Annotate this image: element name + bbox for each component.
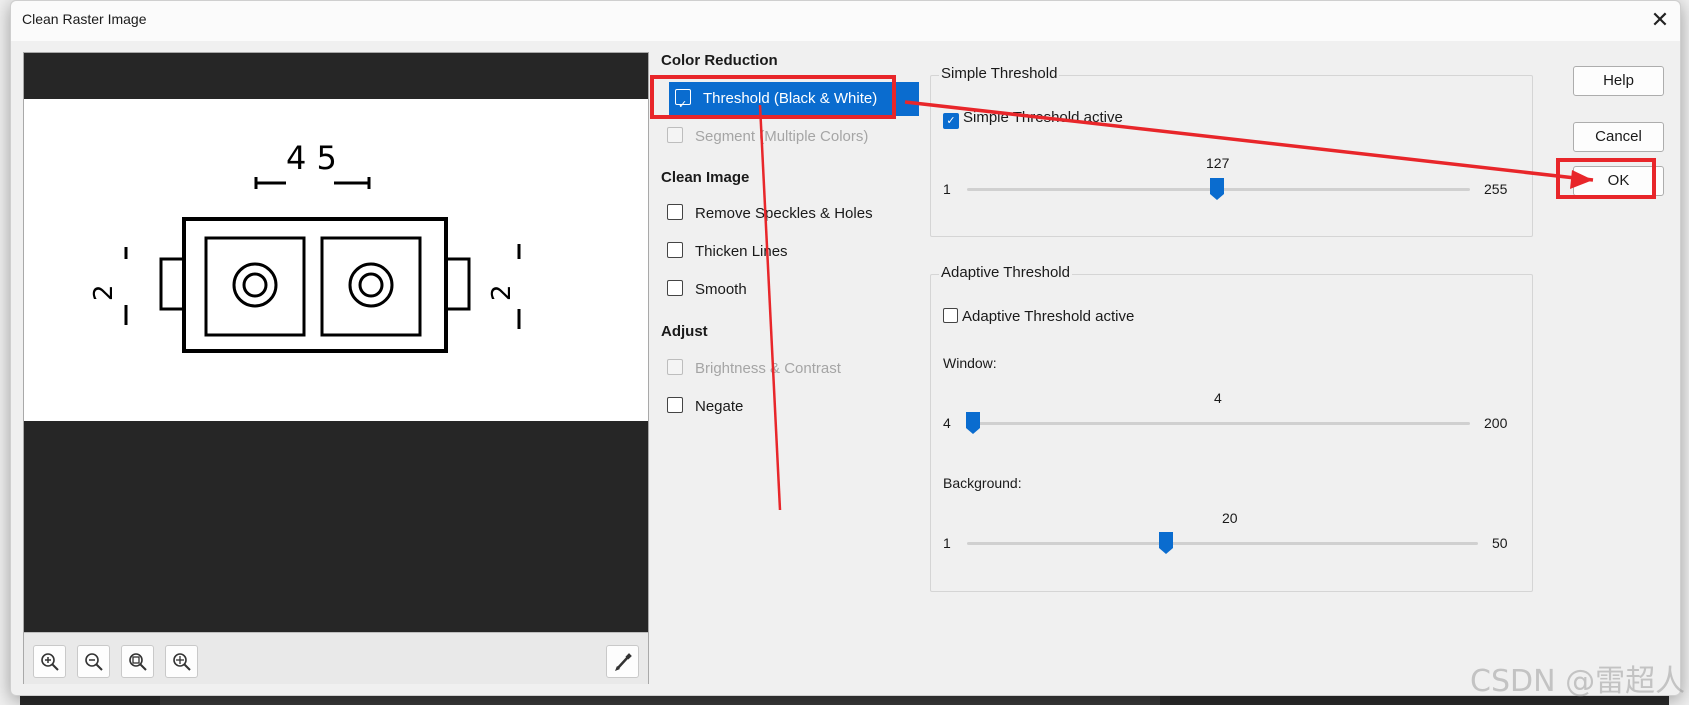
image-preview: 4 5 2 2 (23, 52, 649, 684)
preview-image: 4 5 2 2 (24, 99, 648, 421)
remove-speckles-checkbox[interactable] (667, 204, 683, 220)
thicken-lines-checkbox[interactable] (667, 242, 683, 258)
title-bar: Clean Raster Image ✕ (11, 1, 1680, 41)
threshold-option[interactable]: ✓ Threshold (Black & White) (669, 82, 919, 116)
negate-checkbox[interactable] (667, 397, 683, 413)
cancel-button[interactable]: Cancel (1573, 122, 1664, 152)
zoom-in-icon (41, 653, 59, 671)
dimension-top-label: 4 5 (286, 139, 337, 177)
window-value: 4 (1214, 390, 1222, 406)
clean-image-heading: Clean Image (661, 169, 750, 186)
background-label: Background: (943, 475, 1022, 491)
checkmark-icon: ✓ (678, 99, 688, 111)
adaptive-threshold-active-option[interactable]: Adaptive Threshold active (943, 308, 1134, 325)
segment-option: Segment (Multiple Colors) (667, 125, 868, 149)
window-label: Window: (943, 355, 997, 371)
smooth-label: Smooth (695, 281, 747, 298)
pen-icon (615, 653, 632, 671)
clean-raster-image-dialog: Clean Raster Image ✕ 4 5 2 2 Color Reduc… (10, 0, 1681, 696)
zoom-window-icon (173, 653, 191, 671)
simple-threshold-min: 1 (943, 181, 951, 197)
brightness-contrast-label: Brightness & Contrast (695, 360, 841, 377)
ok-button[interactable]: OK (1573, 166, 1664, 196)
remove-speckles-label: Remove Speckles & Holes (695, 205, 873, 222)
background-slider-track[interactable] (967, 542, 1478, 545)
zoom-out-button[interactable] (77, 645, 110, 678)
negate-label: Negate (695, 398, 744, 415)
zoom-fit-button[interactable] (121, 645, 154, 678)
window-max: 200 (1484, 415, 1508, 431)
brightness-contrast-checkbox (667, 359, 683, 375)
dimension-left-label: 2 (89, 284, 119, 301)
background-value: 20 (1222, 510, 1238, 526)
window-title: Clean Raster Image (22, 11, 147, 27)
zoom-out-icon (85, 653, 103, 671)
background-max: 50 (1492, 535, 1508, 551)
background-slider-thumb[interactable] (1159, 532, 1173, 554)
zoom-fit-icon (129, 653, 147, 671)
dimension-right-label: 2 (487, 284, 517, 301)
drawing-preview: 4 5 2 2 (89, 139, 521, 353)
help-button[interactable]: Help (1573, 66, 1664, 96)
adaptive-threshold-active-checkbox[interactable] (943, 308, 958, 323)
window-slider-thumb[interactable] (966, 412, 980, 434)
window-min: 4 (943, 415, 951, 431)
threshold-label: Threshold (Black & White) (703, 90, 878, 107)
simple-threshold-active-option[interactable]: ✓ Simple Threshold active (943, 109, 1123, 129)
pen-tool-button[interactable] (606, 645, 639, 678)
close-icon[interactable]: ✕ (1648, 9, 1672, 33)
simple-threshold-active-label: Simple Threshold active (963, 109, 1123, 126)
simple-threshold-value: 127 (1206, 155, 1230, 171)
window-slider-track[interactable] (967, 422, 1470, 425)
remove-speckles-option[interactable]: Remove Speckles & Holes (667, 202, 873, 226)
preview-toolbar (24, 632, 648, 684)
threshold-checkbox[interactable]: ✓ (675, 89, 691, 111)
background-min: 1 (943, 535, 951, 551)
zoom-window-button[interactable] (165, 645, 198, 678)
adaptive-threshold-title: Adaptive Threshold (939, 264, 1072, 281)
zoom-in-button[interactable] (33, 645, 66, 678)
brightness-contrast-option: Brightness & Contrast (667, 357, 841, 381)
simple-threshold-group (930, 75, 1533, 237)
simple-threshold-title: Simple Threshold (939, 65, 1060, 82)
thicken-lines-label: Thicken Lines (695, 243, 788, 260)
adjust-heading: Adjust (661, 323, 708, 340)
simple-threshold-active-checkbox[interactable]: ✓ (943, 113, 959, 129)
color-reduction-heading: Color Reduction (661, 52, 778, 69)
thicken-lines-option[interactable]: Thicken Lines (667, 240, 788, 264)
segment-label: Segment (Multiple Colors) (695, 128, 869, 145)
segment-checkbox (667, 127, 683, 143)
simple-threshold-slider-thumb[interactable] (1210, 178, 1224, 200)
negate-option[interactable]: Negate (667, 395, 743, 419)
smooth-option[interactable]: Smooth (667, 278, 747, 302)
adaptive-threshold-active-label: Adaptive Threshold active (962, 308, 1135, 325)
watermark: CSDN @雷超人 (1470, 664, 1686, 699)
smooth-checkbox[interactable] (667, 280, 683, 296)
simple-threshold-max: 255 (1484, 181, 1508, 197)
